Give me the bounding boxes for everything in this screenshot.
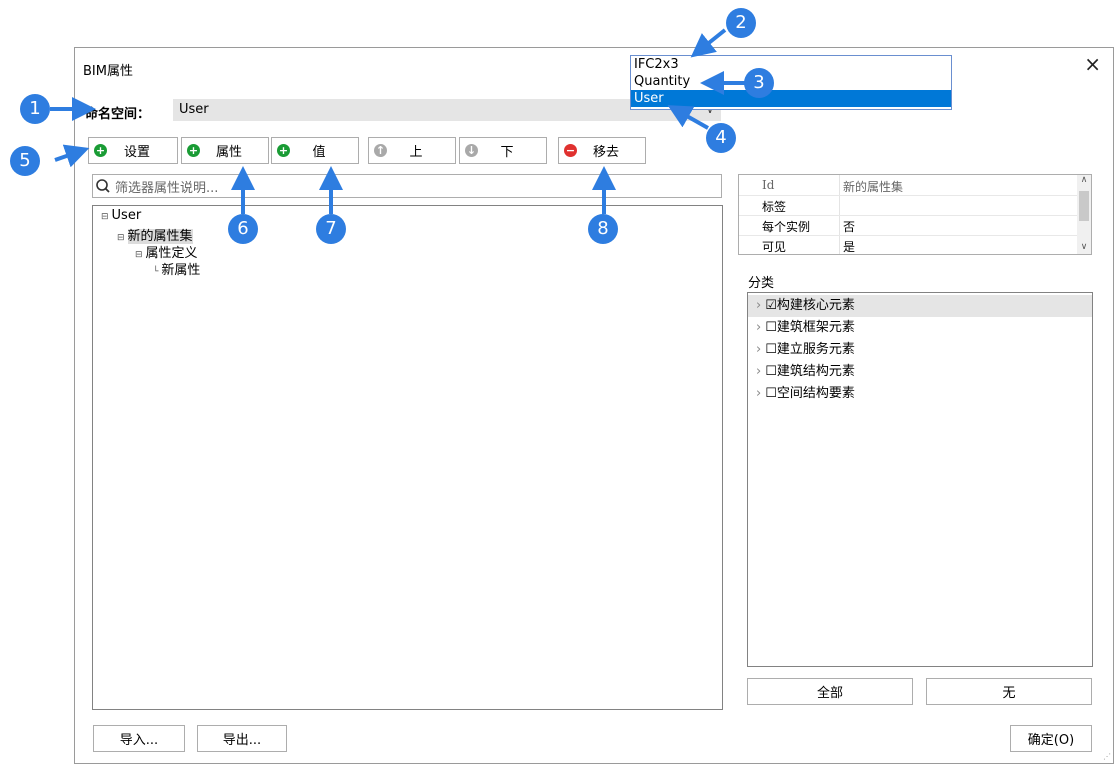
callout-arrow-5	[54, 144, 90, 168]
callout-arrow-4	[667, 105, 709, 130]
callout-badge-2: 2	[726, 8, 756, 38]
callout-arrows	[50, 28, 745, 214]
callout-badge-1: 1	[20, 94, 50, 124]
callout-badge-7: 7	[316, 214, 346, 244]
callout-badge-3: 3	[744, 68, 774, 98]
callout-badge-4: 4	[706, 123, 736, 153]
callout-badge-8: 8	[588, 214, 618, 244]
callout-badge-5: 5	[10, 146, 40, 176]
callout-badge-6: 6	[228, 214, 258, 244]
callout-arrow-2	[690, 28, 727, 58]
